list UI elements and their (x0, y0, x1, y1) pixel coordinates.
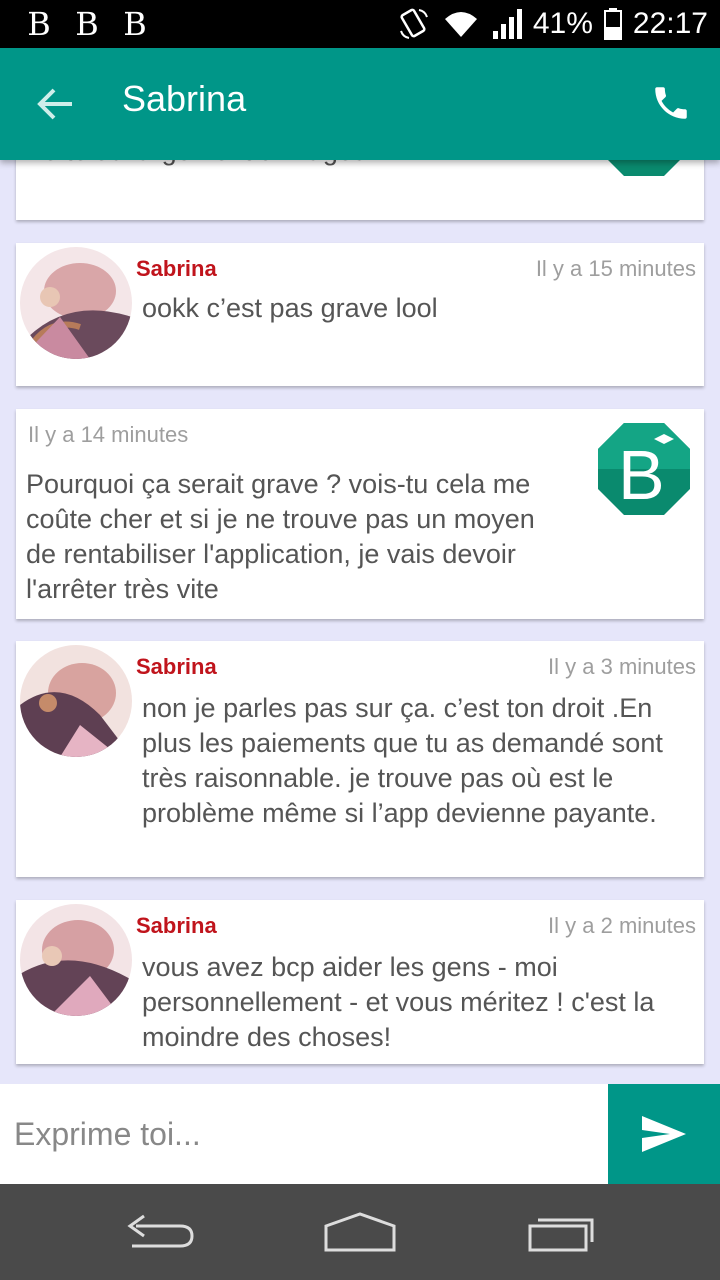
app-logo-icon[interactable]: B (594, 419, 694, 519)
sender-name: Sabrina (136, 654, 217, 679)
send-button[interactable] (608, 1084, 720, 1184)
message-composer (0, 1084, 720, 1184)
svg-text:B: B (618, 160, 665, 175)
sender-name: Sabrina (136, 913, 217, 938)
status-bar: B B B 41% 22:17 (0, 0, 720, 48)
home-nav-icon[interactable] (320, 1208, 400, 1256)
app-logo-icon: B (608, 160, 680, 176)
chat-list[interactable]: Le téléchargement d'images B Sabrina Il … (0, 160, 720, 1084)
message-text: Le téléchargement d'images (28, 160, 366, 169)
message-card: Il y a 14 minutes Pourquoi ça serait gra… (16, 409, 704, 619)
svg-text:B: B (618, 436, 665, 514)
sender-name: Sabrina (136, 256, 217, 281)
phone-icon[interactable] (650, 82, 692, 124)
message-text: ookk c’est pas grave lool (142, 293, 438, 323)
notification-icons: B B B (22, 6, 152, 42)
battery-icon (603, 8, 622, 40)
avatar[interactable] (20, 645, 132, 757)
recents-nav-icon[interactable] (520, 1208, 600, 1256)
app-notification-icon: B (123, 5, 147, 43)
message-input[interactable] (0, 1084, 608, 1184)
send-icon (642, 1116, 686, 1152)
avatar[interactable] (20, 247, 132, 359)
page-title: Sabrina (122, 78, 247, 119)
avatar[interactable] (20, 904, 132, 1016)
message-card: Sabrina Il y a 2 minutes vous avez bcp a… (16, 900, 704, 1064)
battery-percent: 41% (532, 7, 593, 40)
back-nav-icon[interactable] (120, 1208, 200, 1256)
rotate-icon (399, 8, 428, 39)
wifi-icon (444, 12, 477, 37)
message-time: Il y a 3 minutes (548, 654, 696, 679)
app-bar: Sabrina (0, 48, 720, 160)
system-icons: 41% 22:17 (397, 4, 708, 44)
app-notification-icon: B (75, 5, 99, 43)
message-text: non je parles pas sur ça. c’est ton droi… (142, 693, 663, 828)
nav-bar (0, 1184, 720, 1280)
message-time: Il y a 15 minutes (535, 256, 696, 281)
signal-icon (492, 9, 522, 39)
message-text: Pourquoi ça serait grave ? vois-tu cela … (26, 469, 535, 604)
message-time: Il y a 14 minutes (28, 422, 189, 447)
message-text: vous avez bcp aider les gens - moi perso… (142, 952, 655, 1052)
message-card: Sabrina Il y a 15 minutes ookk c’est pas… (16, 243, 704, 386)
clock: 22:17 (632, 7, 708, 40)
message-card: Le téléchargement d'images B (16, 160, 704, 220)
app-notification-icon: B (27, 5, 51, 43)
arrow-back-icon[interactable] (36, 84, 76, 124)
message-card: Sabrina Il y a 3 minutes non je parles p… (16, 641, 704, 877)
message-time: Il y a 2 minutes (548, 913, 696, 938)
